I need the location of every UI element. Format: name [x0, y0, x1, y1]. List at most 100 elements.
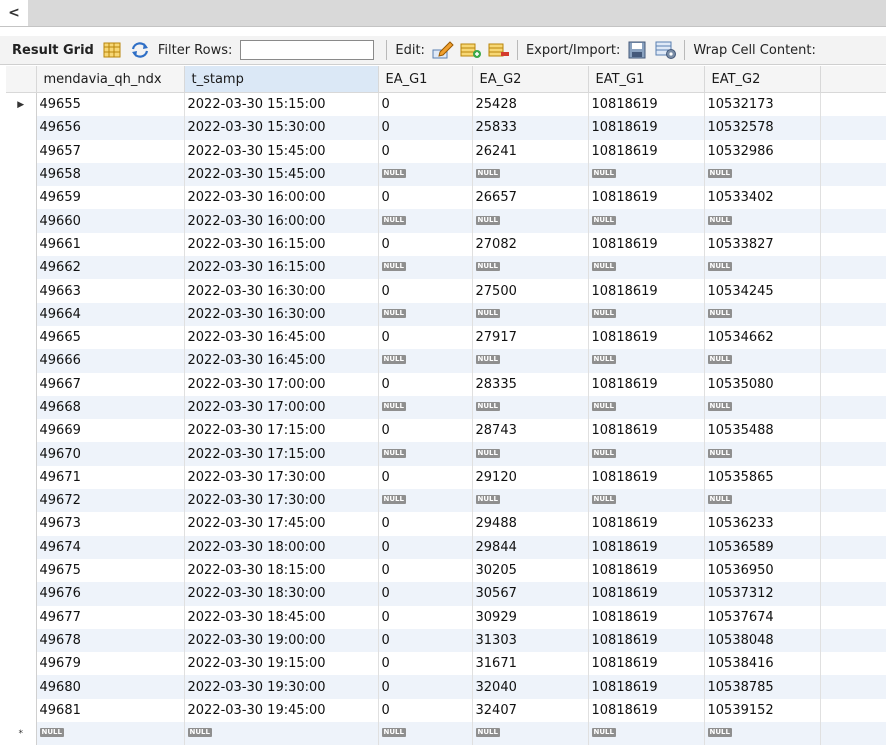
grid-cell[interactable]: 10536233: [704, 512, 821, 536]
table-row[interactable]: 49664 2022-03-30 16:30:00 NULL NULL NULL NULL: [6, 302, 886, 326]
grid-cell[interactable]: 2022-03-30 18:00:00: [184, 535, 379, 559]
column-header-eat-g2[interactable]: EAT_G2: [704, 66, 821, 93]
grid-cell[interactable]: 49677: [36, 605, 185, 629]
row-header[interactable]: [6, 605, 37, 629]
grid-cell[interactable]: 2022-03-30 15:45:00: [184, 162, 379, 187]
grid-cell[interactable]: NULL: [472, 162, 589, 187]
grid-cell[interactable]: NULL: [36, 722, 185, 746]
grid-cell[interactable]: 10818619: [588, 465, 705, 490]
grid-cell[interactable]: 2022-03-30 16:00:00: [184, 186, 379, 210]
grid-cell[interactable]: 49665: [36, 325, 185, 350]
grid-cell[interactable]: 49658: [36, 162, 185, 187]
grid-cell[interactable]: NULL: [378, 489, 473, 513]
filter-rows-input[interactable]: [240, 40, 375, 60]
grid-cell[interactable]: NULL: [588, 489, 705, 513]
grid-cell[interactable]: NULL: [472, 489, 589, 513]
grid-cell[interactable]: 49676: [36, 582, 185, 606]
row-header[interactable]: [6, 652, 37, 676]
row-header[interactable]: [6, 372, 37, 396]
table-row[interactable]: 49670 2022-03-30 17:15:00 NULL NULL NULL NULL: [6, 442, 886, 466]
grid-cell[interactable]: 2022-03-30 17:15:00: [184, 419, 379, 443]
grid-cell[interactable]: NULL: [378, 209, 473, 233]
grid-cell[interactable]: 10818619: [588, 92, 705, 117]
table-row[interactable]: 49666 2022-03-30 16:45:00 NULL NULL NULL NULL: [6, 349, 886, 373]
grid-cell[interactable]: NULL: [704, 442, 821, 466]
wrap-cell-content-label[interactable]: Wrap Cell Content:: [693, 43, 815, 58]
grid-cell[interactable]: 29844: [472, 535, 589, 559]
table-row[interactable]: * NULL NULL NULL NULL NULL NULL: [6, 722, 886, 746]
grid-cell[interactable]: 10818619: [588, 116, 705, 140]
column-header-mendavia-qh-ndx[interactable]: mendavia_qh_ndx: [36, 66, 185, 93]
grid-cell[interactable]: 25428: [472, 92, 589, 117]
row-header[interactable]: [6, 256, 37, 280]
row-header[interactable]: [6, 232, 37, 257]
grid-cell[interactable]: 49675: [36, 558, 185, 583]
grid-cell[interactable]: 31303: [472, 628, 589, 653]
grid-cell[interactable]: 49680: [36, 675, 185, 699]
grid-cell[interactable]: NULL: [704, 722, 821, 746]
grid-cell[interactable]: 32040: [472, 675, 589, 699]
table-row[interactable]: 49663 2022-03-30 16:30:00 0 27500 10818619 10…: [6, 279, 886, 303]
grid-cell[interactable]: 26657: [472, 186, 589, 210]
column-header-ea-g2[interactable]: EA_G2: [472, 66, 589, 93]
grid-cell[interactable]: NULL: [472, 349, 589, 373]
grid-cell[interactable]: NULL: [588, 442, 705, 466]
table-row[interactable]: 49675 2022-03-30 18:15:00 0 30205 10818619 10…: [6, 558, 886, 583]
grid-cell[interactable]: NULL: [588, 395, 705, 420]
grid-cell[interactable]: 2022-03-30 16:15:00: [184, 256, 379, 280]
row-header[interactable]: ▶: [6, 92, 37, 117]
grid-cell[interactable]: NULL: [472, 256, 589, 280]
grid-cell[interactable]: 49669: [36, 419, 185, 443]
grid-cell[interactable]: 2022-03-30 16:30:00: [184, 279, 379, 303]
grid-cell[interactable]: 2022-03-30 17:30:00: [184, 465, 379, 490]
grid-cell[interactable]: 10818619: [588, 628, 705, 653]
grid-cell[interactable]: 28743: [472, 419, 589, 443]
grid-cell[interactable]: 30205: [472, 558, 589, 583]
row-header[interactable]: [6, 302, 37, 326]
grid-cell[interactable]: 10818619: [588, 582, 705, 606]
grid-cell[interactable]: NULL: [378, 722, 473, 746]
grid-cell[interactable]: 30929: [472, 605, 589, 629]
delete-row-icon[interactable]: [488, 40, 510, 60]
grid-cell[interactable]: 10533827: [704, 232, 821, 257]
grid-cell[interactable]: 0: [378, 675, 473, 699]
row-header[interactable]: [6, 628, 37, 653]
table-row[interactable]: 49659 2022-03-30 16:00:00 0 26657 10818619 10…: [6, 186, 886, 210]
grid-cell[interactable]: NULL: [472, 395, 589, 420]
row-header[interactable]: [6, 558, 37, 583]
result-grid-tab[interactable]: Result Grid: [12, 43, 94, 58]
grid-cell[interactable]: 2022-03-30 17:15:00: [184, 442, 379, 466]
row-header[interactable]: [6, 535, 37, 559]
grid-cell[interactable]: 0: [378, 652, 473, 676]
grid-cell[interactable]: 10533402: [704, 186, 821, 210]
grid-cell[interactable]: 49668: [36, 395, 185, 420]
column-header-eat-g1[interactable]: EAT_G1: [588, 66, 705, 93]
table-row[interactable]: 49672 2022-03-30 17:30:00 NULL NULL NULL NULL: [6, 489, 886, 513]
grid-cell[interactable]: 0: [378, 605, 473, 629]
table-row[interactable]: 49668 2022-03-30 17:00:00 NULL NULL NULL NULL: [6, 395, 886, 420]
grid-cell[interactable]: 2022-03-30 17:45:00: [184, 512, 379, 536]
grid-cell[interactable]: 10537312: [704, 582, 821, 606]
table-row[interactable]: 49660 2022-03-30 16:00:00 NULL NULL NULL NULL: [6, 209, 886, 233]
table-row[interactable]: 49661 2022-03-30 16:15:00 0 27082 10818619 10…: [6, 232, 886, 257]
grid-cell[interactable]: 49670: [36, 442, 185, 466]
grid-cell[interactable]: NULL: [704, 209, 821, 233]
grid-cell[interactable]: 26241: [472, 139, 589, 163]
export-icon[interactable]: [627, 40, 649, 60]
grid-cell[interactable]: 27082: [472, 232, 589, 257]
grid-cell[interactable]: 2022-03-30 16:00:00: [184, 209, 379, 233]
grid-cell[interactable]: 49667: [36, 372, 185, 396]
grid-cell[interactable]: 30567: [472, 582, 589, 606]
grid-cell[interactable]: 2022-03-30 19:15:00: [184, 652, 379, 676]
grid-cell[interactable]: 49664: [36, 302, 185, 326]
row-header[interactable]: [6, 512, 37, 536]
grid-cell[interactable]: 49660: [36, 209, 185, 233]
grid-cell[interactable]: 2022-03-30 19:30:00: [184, 675, 379, 699]
grid-cell[interactable]: NULL: [704, 302, 821, 326]
row-header[interactable]: [6, 582, 37, 606]
grid-cell[interactable]: 32407: [472, 698, 589, 723]
add-row-icon[interactable]: [460, 40, 482, 60]
grid-cell[interactable]: 10535865: [704, 465, 821, 490]
grid-view-icon[interactable]: [101, 40, 123, 60]
grid-cell[interactable]: 49673: [36, 512, 185, 536]
